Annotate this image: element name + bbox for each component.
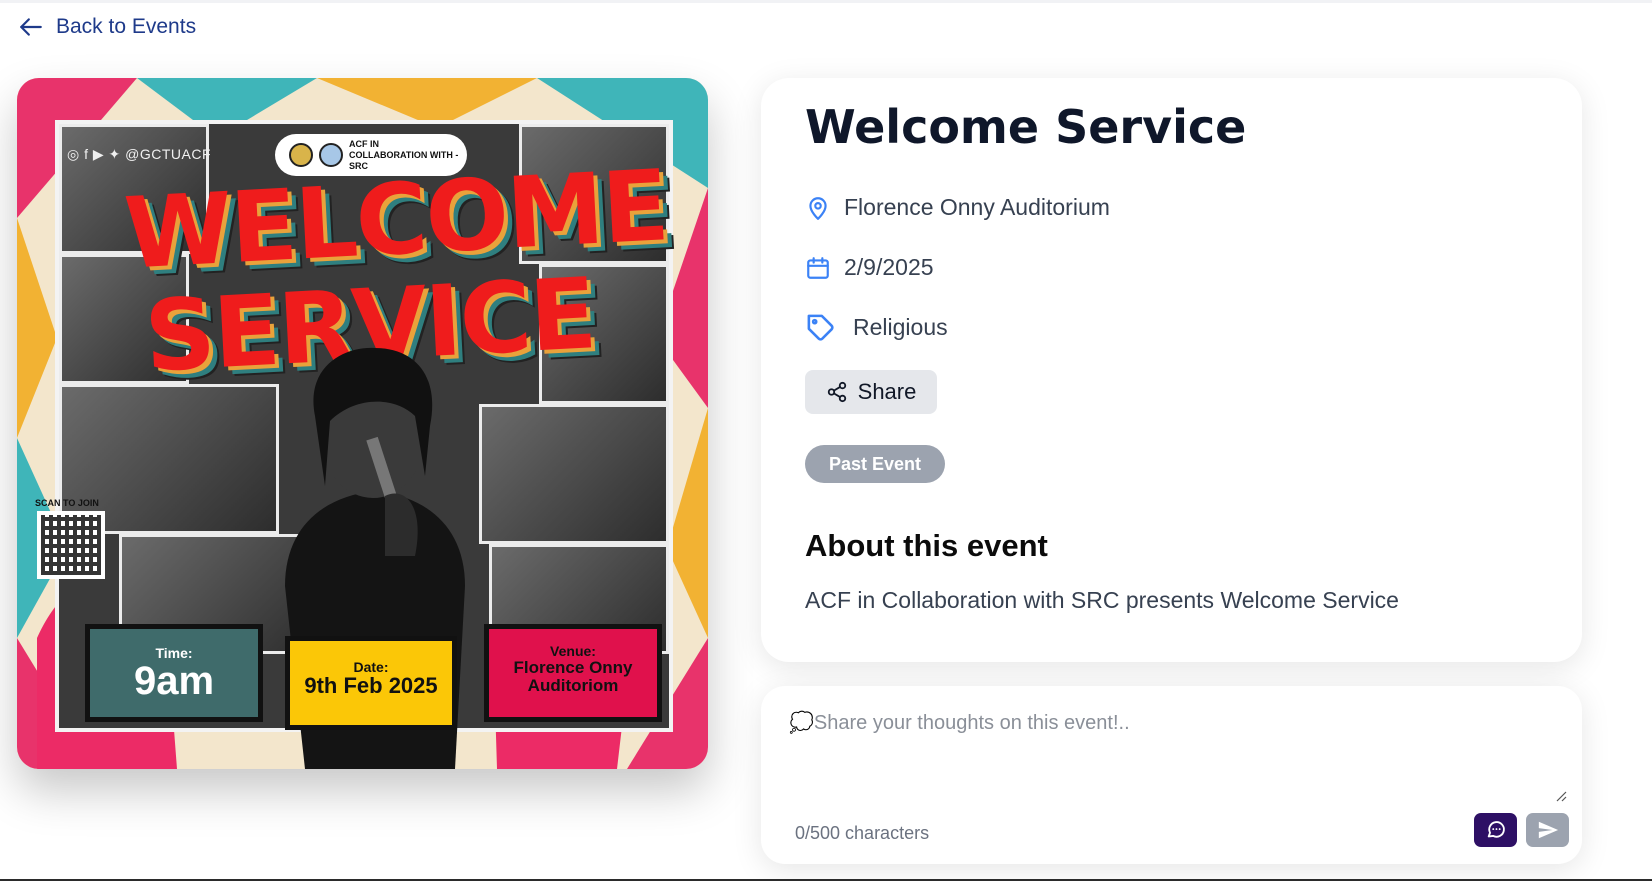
back-link-label: Back to Events — [56, 15, 197, 38]
event-location: Florence Onny Auditorium — [805, 194, 1110, 221]
send-comment-button[interactable] — [1526, 813, 1569, 847]
top-divider — [0, 0, 1652, 3]
share-button[interactable]: Share — [805, 370, 937, 414]
event-date: 2/9/2025 — [805, 254, 934, 281]
event-title: Welcome Service — [805, 100, 1247, 154]
scan-to-join-label: SCAN TO JOIN — [35, 498, 99, 508]
send-icon — [1538, 821, 1558, 839]
event-details-card: Welcome Service Florence Onny Auditorium… — [761, 78, 1582, 662]
share-label: Share — [857, 379, 917, 404]
resize-handle-icon[interactable] — [1555, 790, 1567, 802]
collage-photo — [479, 404, 669, 544]
share-icon — [827, 381, 846, 403]
event-description: ACF in Collaboration with SRC presents W… — [805, 587, 1399, 613]
comment-input[interactable] — [789, 710, 1559, 794]
comment-card: 0/500 characters — [761, 686, 1582, 864]
category-text: Religious — [853, 314, 948, 340]
calendar-icon — [807, 256, 829, 279]
tag-icon — [807, 314, 834, 341]
src-seal-icon — [319, 143, 343, 167]
social-handles: ◎ f ▶ ✦ @GCTUACF — [67, 146, 212, 162]
poster-date-box: Date: 9th Feb 2025 — [285, 636, 457, 730]
acf-seal-icon — [289, 143, 313, 167]
character-count: 0/500 characters — [795, 823, 930, 843]
event-category: Religious — [805, 312, 948, 343]
arrow-left-icon — [20, 18, 42, 36]
status-badge: Past Event — [805, 445, 945, 483]
chat-bubble-icon — [1487, 821, 1505, 838]
event-poster-image: ◎ f ▶ ✦ @GCTUACF ACF IN COLLABORATION WI… — [17, 78, 708, 769]
comments-button[interactable] — [1474, 813, 1517, 847]
qr-code — [37, 511, 105, 579]
map-pin-icon — [809, 196, 827, 220]
poster-venue-box: Venue: Florence Onny Auditoriom — [484, 624, 662, 722]
back-to-events-link[interactable]: Back to Events — [18, 14, 196, 40]
location-text: Florence Onny Auditorium — [844, 194, 1110, 220]
poster-time-box: Time: 9am — [85, 624, 263, 722]
about-heading: About this event — [805, 528, 1048, 563]
date-text: 2/9/2025 — [844, 254, 934, 280]
